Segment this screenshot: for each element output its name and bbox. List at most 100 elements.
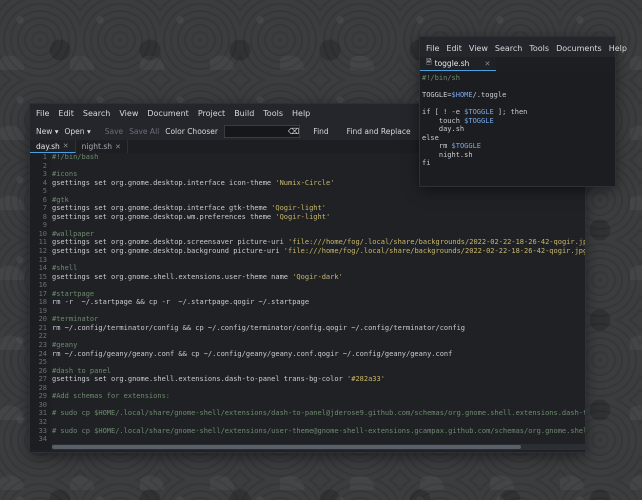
- menu-tools[interactable]: Tools: [529, 44, 549, 53]
- menu-project[interactable]: Project: [198, 109, 225, 118]
- line-number-gutter: 1 2 3 4 5 6 7 8 9 10 11 12 13 14 15 16 17 18 19 20 21 22 23 24 2…: [30, 153, 50, 450]
- close-icon[interactable]: ✕: [63, 142, 69, 150]
- scrollbar-thumb[interactable]: [52, 445, 522, 449]
- menu-view[interactable]: View: [469, 44, 488, 53]
- tab-label: day.sh: [36, 141, 60, 151]
- code-line: #Add schemas for extensions:: [52, 392, 171, 401]
- line-number: 34: [38, 435, 47, 444]
- code-line: gsettings set org.gnome.shell.extensions…: [52, 272, 343, 281]
- code-line: #shell: [52, 264, 78, 273]
- tab-night-sh[interactable]: night.sh ✕: [76, 140, 128, 153]
- save-button[interactable]: Save: [105, 127, 123, 136]
- clear-icon[interactable]: ⌫: [288, 127, 299, 136]
- code-line: #geany: [52, 341, 78, 350]
- line-number: 26: [38, 366, 47, 375]
- menu-build[interactable]: Build: [234, 109, 254, 118]
- line-number: 17: [38, 289, 47, 298]
- line-number: 19: [38, 306, 47, 315]
- find-replace-button[interactable]: Find and Replace: [347, 127, 411, 136]
- line-number: 3: [42, 170, 47, 179]
- menu-view[interactable]: View: [119, 109, 138, 118]
- code-line: night.sh: [422, 150, 473, 159]
- close-icon[interactable]: ✕: [115, 143, 121, 151]
- line-number: 7: [42, 204, 47, 213]
- code-line: gsettings set org.gnome.shell.extensions…: [52, 375, 385, 384]
- new-button[interactable]: New ▾: [36, 127, 59, 136]
- line-number: 13: [38, 255, 47, 264]
- code-line: #gtk: [52, 195, 69, 204]
- toggle-code-editor[interactable]: #!/bin/sh TOGGLE=$HOME/.toggle if [ ! -e…: [420, 71, 615, 186]
- second-tabs: 🗎 toggle.sh ✕: [420, 57, 615, 71]
- line-number: 5: [42, 187, 47, 196]
- code-line: fi: [422, 159, 431, 168]
- menu-documents[interactable]: Documents: [556, 44, 602, 53]
- code-line: rm -r ~/.startpage && cp -r ~/.startpage…: [52, 298, 310, 307]
- line-number: 6: [42, 195, 47, 204]
- line-number: 18: [38, 298, 47, 307]
- code-area[interactable]: #!/bin/sh TOGGLE=$HOME/.toggle if [ ! -e…: [422, 74, 615, 186]
- code-line: gsettings set org.gnome.desktop.interfac…: [52, 204, 326, 213]
- code-line: #terminator: [52, 315, 99, 324]
- code-line: if [ ! -e $TOGGLE ]; then: [422, 108, 528, 117]
- horizontal-scrollbar[interactable]: [52, 444, 585, 450]
- close-icon[interactable]: ✕: [484, 60, 490, 68]
- code-line: else: [422, 133, 439, 142]
- tab-day-sh[interactable]: day.sh ✕: [30, 140, 76, 153]
- code-line: gsettings set org.gnome.desktop.screensa…: [52, 238, 585, 247]
- save-all-button[interactable]: Save All: [129, 127, 159, 136]
- line-number: 24: [38, 349, 47, 358]
- line-number: 16: [38, 281, 47, 290]
- menu-help[interactable]: Help: [609, 44, 627, 53]
- find-button[interactable]: Find: [313, 127, 328, 136]
- menu-edit[interactable]: Edit: [58, 109, 74, 118]
- color-chooser-button[interactable]: Color Chooser: [165, 127, 218, 136]
- line-number: 25: [38, 358, 47, 367]
- file-icon: 🗎: [426, 58, 432, 66]
- menu-tools[interactable]: Tools: [263, 109, 283, 118]
- menu-file[interactable]: File: [36, 109, 49, 118]
- toggle-editor-window: File Edit View Search Tools Documents He…: [420, 37, 627, 186]
- line-number: 15: [38, 272, 47, 281]
- line-number: 8: [42, 212, 47, 221]
- code-area[interactable]: #!/bin/bash #icons gsettings set org.gnom…: [52, 153, 585, 450]
- line-number: 30: [38, 400, 47, 409]
- line-number: 10: [38, 229, 47, 238]
- menu-file[interactable]: File: [426, 44, 439, 53]
- line-number: 31: [38, 409, 47, 418]
- line-number: 23: [38, 341, 47, 350]
- code-line: #wallpaper: [52, 229, 95, 238]
- code-editor[interactable]: 1 2 3 4 5 6 7 8 9 10 11 12 13 14 15 16 17 18 19 20 21 22 23 24 2…: [30, 153, 585, 450]
- menu-edit[interactable]: Edit: [446, 44, 462, 53]
- menu-search[interactable]: Search: [495, 44, 522, 53]
- line-number: 1: [42, 153, 47, 161]
- open-label: Open: [64, 126, 85, 136]
- line-number: 14: [38, 264, 47, 273]
- code-line: # sudo cp $HOME/.local/share/gnome-shell…: [52, 409, 585, 418]
- code-line: rm $TOGGLE: [422, 142, 482, 151]
- code-line: #!/bin/sh: [422, 74, 460, 82]
- tab-label: toggle.sh: [434, 59, 470, 68]
- menu-help[interactable]: Help: [292, 109, 310, 118]
- code-line: #startpage: [52, 289, 95, 298]
- new-label: New: [36, 126, 53, 136]
- menu-document[interactable]: Document: [147, 109, 188, 118]
- line-number: 12: [38, 247, 47, 256]
- tab-toggle-sh[interactable]: 🗎 toggle.sh ✕: [420, 57, 497, 71]
- code-line: #dash to panel: [52, 366, 112, 375]
- code-line: rm ~/.config/terminator/config && cp ~/.…: [52, 323, 466, 332]
- second-menubar: File Edit View Search Tools Documents He…: [420, 37, 627, 57]
- line-number: 29: [38, 392, 47, 401]
- open-button[interactable]: Open ▾: [65, 127, 91, 136]
- code-line: rm ~/.config/geany/geany.conf && cp ~/.c…: [52, 349, 453, 358]
- chevron-down-icon: ▾: [86, 126, 91, 136]
- menu-search[interactable]: Search: [83, 109, 110, 118]
